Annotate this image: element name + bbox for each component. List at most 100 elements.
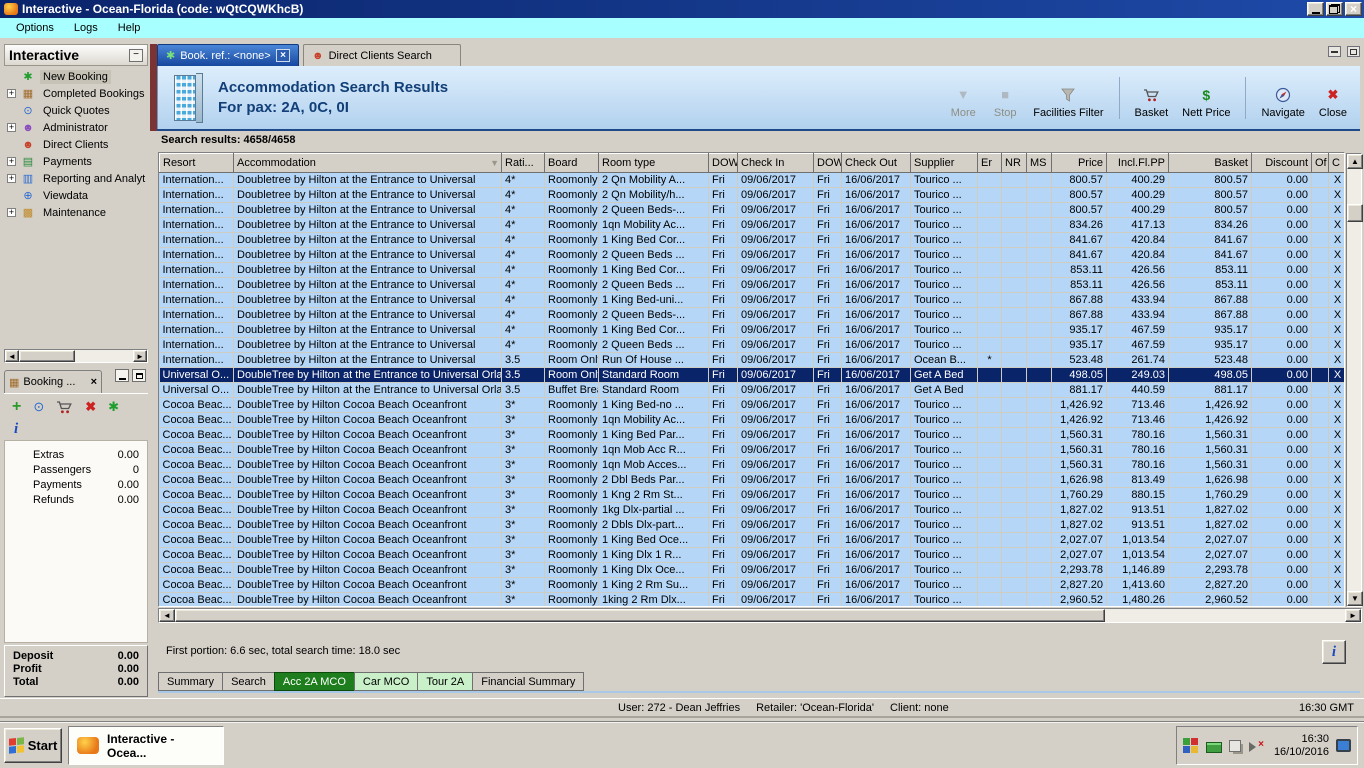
column-header[interactable]: Rati... [501,153,545,173]
menu-logs[interactable]: Logs [64,20,108,37]
table-row[interactable]: Internation... Doubletree by Hilton at th… [159,262,1344,278]
table-row[interactable]: Cocoa Beac... DoubleTree by Hilton Cocoa … [159,592,1344,606]
booking-minimize-button[interactable] [115,369,129,382]
table-vscrollbar[interactable]: ▲ ▼ [1346,153,1363,607]
tab-close-icon[interactable]: × [276,49,290,62]
table-row[interactable]: Cocoa Beac... DoubleTree by Hilton Cocoa … [159,427,1344,443]
table-row[interactable]: Internation... Doubletree by Hilton at th… [159,277,1344,293]
start-button[interactable]: Start [4,728,62,763]
booking-new-button[interactable]: ✱ [108,399,119,415]
tray-app-icon[interactable] [1183,737,1199,754]
table-row[interactable]: Cocoa Beac... DoubleTree by Hilton Cocoa … [159,577,1344,593]
nett-price-button[interactable]: $ Nett Price [1179,75,1233,121]
tab-book-ref[interactable]: ✱ Book. ref.: <none> × [157,44,299,66]
table-row[interactable]: Cocoa Beac... DoubleTree by Hilton Cocoa … [159,472,1344,488]
column-header[interactable]: Basket [1168,153,1252,173]
booking-stat-row[interactable]: Passengers 0 [5,462,147,477]
sidebar-collapse-button[interactable]: − [129,48,143,62]
booking-basket-button[interactable] [56,400,73,414]
sidebar-item-new-booking[interactable]: + ✱ New Booking [4,68,148,85]
booking-stat-row[interactable]: Extras 0.00 [5,447,147,462]
sidebar-item-payments[interactable]: + ▤ Payments [4,153,148,170]
scroll-thumb[interactable] [19,350,75,362]
muted-speaker-icon[interactable]: × [1248,738,1264,754]
sidebar-hscrollbar[interactable]: ◄ ► [4,349,148,363]
panel-minimize-button[interactable] [1328,46,1341,57]
sidebar-item-administrator[interactable]: + ☻ Administrator [4,119,148,136]
table-row[interactable]: Cocoa Beac... DoubleTree by Hilton Cocoa … [159,442,1344,458]
toolbar-button[interactable] [1118,76,1120,119]
sidebar-item-reporting[interactable]: + ▥ Reporting and Analyt [4,170,148,187]
table-row[interactable]: Internation... Doubletree by Hilton at th… [159,202,1344,218]
sidebar-item-quick-quotes[interactable]: + ⊙ Quick Quotes [4,102,148,119]
close-window-button[interactable]: × [1345,2,1362,16]
column-header[interactable]: Check In [737,153,814,173]
table-row[interactable]: Internation... Doubletree by Hilton at th… [159,172,1344,188]
table-row[interactable]: Internation... Doubletree by Hilton at th… [159,337,1344,353]
sidebar-item-direct-clients[interactable]: + ☻ Direct Clients [4,136,148,153]
booking-maximize-button[interactable] [132,369,146,382]
info-button[interactable]: i [1322,640,1346,664]
scroll-thumb[interactable] [175,609,1105,622]
table-row[interactable]: Cocoa Beac... DoubleTree by Hilton Cocoa … [159,487,1344,503]
sidebar-item-completed-bookings[interactable]: + ▦ Completed Bookings [4,85,148,102]
column-header[interactable]: Er [977,153,1002,173]
taskbar-task-interactive[interactable]: Interactive - Ocea... [68,726,224,765]
column-header[interactable]: DOW [813,153,842,173]
table-row[interactable]: Internation... Doubletree by Hilton at th… [159,307,1344,323]
column-header[interactable]: Room type [598,153,709,173]
scroll-down-icon[interactable]: ▼ [1347,591,1363,606]
column-header[interactable]: Price [1051,153,1107,173]
table-hscrollbar[interactable]: ◄ ► [158,608,1362,623]
table-row[interactable]: Internation... Doubletree by Hilton at th… [159,187,1344,203]
basket-button[interactable]: Basket [1132,75,1172,121]
column-header[interactable]: Incl.Fl.PP [1106,153,1169,173]
scroll-right-icon[interactable]: ► [1345,609,1361,622]
column-header[interactable]: DOW [708,153,738,173]
tab-financial-summary[interactable]: Financial Summary [472,672,585,691]
column-header[interactable]: MS [1026,153,1052,173]
table-row[interactable]: Universal O... DoubleTree by Hilton at th… [159,367,1344,383]
expand-icon[interactable]: + [7,208,16,217]
booking-stat-row[interactable]: Payments 0.00 [5,477,147,492]
more-button[interactable]: ▼ More [946,75,980,121]
table-row[interactable]: Internation... Doubletree by Hilton at th… [159,232,1344,248]
table-row[interactable]: Cocoa Beac... DoubleTree by Hilton Cocoa … [159,457,1344,473]
network-icon[interactable] [1206,741,1222,753]
column-header[interactable]: Discount [1251,153,1312,173]
column-header[interactable]: Check Out [841,153,911,173]
column-header[interactable]: NR [1001,153,1027,173]
tab-search[interactable]: Search [222,672,275,691]
minimize-button[interactable] [1307,2,1324,16]
toolbar-button[interactable] [1245,76,1247,119]
sidebar-item-viewdata[interactable]: + ⊕ Viewdata [4,187,148,204]
navigate-button[interactable]: Navigate [1258,75,1307,121]
tab-acc-2a-mco[interactable]: Acc 2A MCO [273,672,355,691]
column-header[interactable]: Accommodation ▼ [233,153,502,173]
table-row[interactable]: Internation... Doubletree by Hilton at th… [159,217,1344,233]
tab-car-mco[interactable]: Car MCO [353,672,419,691]
table-row[interactable]: Internation... Doubletree by Hilton at th… [159,322,1344,338]
info-icon[interactable]: i [14,421,18,438]
tab-direct-clients-search[interactable]: ☻ Direct Clients Search [303,44,461,66]
facilities-filter-button[interactable]: Facilities Filter [1030,75,1106,121]
hardware-icon[interactable] [1229,739,1241,752]
expand-icon[interactable]: + [7,174,16,183]
booking-tab-close-icon[interactable]: × [91,376,97,388]
table-row[interactable]: Cocoa Beac... DoubleTree by Hilton Cocoa … [159,562,1344,578]
column-header[interactable]: C [1328,153,1344,173]
menu-options[interactable]: Options [6,20,64,37]
booking-tab[interactable]: ▦ Booking ... × [4,370,102,393]
table-row[interactable]: Universal O... DoubleTree by Hilton at th… [159,382,1344,398]
panel-maximize-button[interactable] [1347,46,1360,57]
column-header[interactable]: Board [544,153,599,173]
table-row[interactable]: Internation... Doubletree by Hilton at th… [159,292,1344,308]
expand-icon[interactable]: + [7,157,16,166]
column-header[interactable]: Resort [159,153,234,173]
restore-button[interactable] [1326,2,1343,16]
scroll-left-icon[interactable]: ◄ [5,350,19,362]
scroll-up-icon[interactable]: ▲ [1347,154,1363,169]
menu-help[interactable]: Help [108,20,151,37]
stop-button[interactable]: ■ Stop [988,75,1022,121]
booking-add-button[interactable]: + [12,398,21,416]
